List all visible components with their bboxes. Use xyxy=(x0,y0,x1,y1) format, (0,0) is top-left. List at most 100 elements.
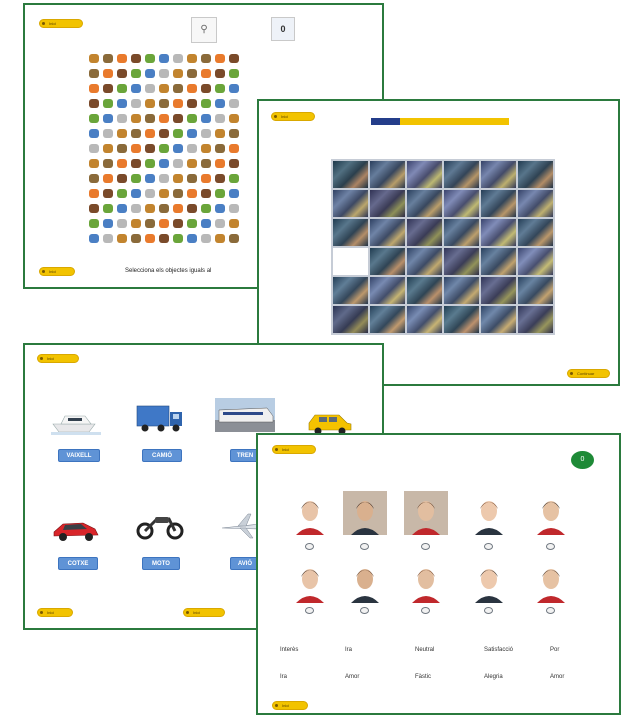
object-icon[interactable] xyxy=(201,144,211,153)
puzzle-tile[interactable] xyxy=(444,161,479,188)
object-icon[interactable] xyxy=(187,54,197,63)
puzzle-tile[interactable] xyxy=(370,161,405,188)
object-icon[interactable] xyxy=(159,84,169,93)
puzzle-tile[interactable] xyxy=(370,219,405,246)
object-icon[interactable] xyxy=(89,84,99,93)
object-icon[interactable] xyxy=(229,129,239,138)
emotion-radio[interactable] xyxy=(305,543,314,550)
object-icon[interactable] xyxy=(145,174,155,183)
puzzle-tile[interactable] xyxy=(370,306,405,333)
object-icon[interactable] xyxy=(145,144,155,153)
object-icon[interactable] xyxy=(117,159,127,168)
puzzle-tile[interactable] xyxy=(407,277,442,304)
object-icon[interactable] xyxy=(201,99,211,108)
object-icon[interactable] xyxy=(131,159,141,168)
object-icon[interactable] xyxy=(201,189,211,198)
object-icon[interactable] xyxy=(187,144,197,153)
emotion-radio[interactable] xyxy=(484,607,493,614)
object-icon[interactable] xyxy=(145,114,155,123)
emotion-radio[interactable] xyxy=(546,543,555,550)
object-icon[interactable] xyxy=(117,129,127,138)
object-icon[interactable] xyxy=(103,159,113,168)
object-icon[interactable] xyxy=(229,84,239,93)
object-icon[interactable] xyxy=(187,84,197,93)
object-icon[interactable] xyxy=(117,69,127,78)
object-icon[interactable] xyxy=(159,69,169,78)
object-icon[interactable] xyxy=(201,174,211,183)
vehicle-label-motorcycle[interactable]: MOTO xyxy=(142,557,180,570)
puzzle-tile[interactable] xyxy=(481,248,516,275)
puzzle-tile[interactable] xyxy=(444,190,479,217)
object-icon[interactable] xyxy=(159,144,169,153)
emotion-label[interactable]: Por xyxy=(550,647,559,653)
puzzle-tile[interactable] xyxy=(444,277,479,304)
emotion-radio[interactable] xyxy=(305,607,314,614)
object-icon[interactable] xyxy=(103,54,113,63)
home-button[interactable]: Inici xyxy=(39,19,83,28)
truck-icon[interactable] xyxy=(135,400,185,434)
object-icon[interactable] xyxy=(159,174,169,183)
object-icon[interactable] xyxy=(89,99,99,108)
object-icon[interactable] xyxy=(159,189,169,198)
object-icon[interactable] xyxy=(215,174,225,183)
object-icon[interactable] xyxy=(103,204,113,213)
object-icon[interactable] xyxy=(89,54,99,63)
object-icon[interactable] xyxy=(215,189,225,198)
object-icon[interactable] xyxy=(215,144,225,153)
puzzle-tile[interactable] xyxy=(444,219,479,246)
object-icon[interactable] xyxy=(187,69,197,78)
object-icon[interactable] xyxy=(215,69,225,78)
continue-button[interactable]: Continuar xyxy=(567,369,610,378)
emotion-radio[interactable] xyxy=(360,607,369,614)
object-icon[interactable] xyxy=(201,84,211,93)
object-icon[interactable] xyxy=(89,129,99,138)
object-icon[interactable] xyxy=(103,114,113,123)
vehicle-label-car[interactable]: COTXE xyxy=(58,557,98,570)
object-icon[interactable] xyxy=(145,204,155,213)
object-icon[interactable] xyxy=(117,144,127,153)
object-icon[interactable] xyxy=(103,234,113,243)
puzzle-tile[interactable] xyxy=(481,161,516,188)
object-icon[interactable] xyxy=(215,129,225,138)
puzzle-tile[interactable] xyxy=(481,277,516,304)
object-icon[interactable] xyxy=(187,99,197,108)
object-icon[interactable] xyxy=(159,129,169,138)
puzzle-tile[interactable] xyxy=(333,219,368,246)
object-icon[interactable] xyxy=(173,189,183,198)
object-icon[interactable] xyxy=(187,219,197,228)
object-icon[interactable] xyxy=(229,189,239,198)
home-button-bottom[interactable]: Inici xyxy=(39,267,75,276)
object-icon[interactable] xyxy=(173,84,183,93)
object-icon[interactable] xyxy=(117,204,127,213)
object-icon[interactable] xyxy=(173,174,183,183)
object-icon[interactable] xyxy=(131,174,141,183)
object-icon[interactable] xyxy=(117,219,127,228)
object-icon[interactable] xyxy=(159,114,169,123)
object-icon[interactable] xyxy=(173,219,183,228)
object-icon[interactable] xyxy=(201,159,211,168)
object-icon[interactable] xyxy=(173,114,183,123)
puzzle-tile[interactable] xyxy=(407,190,442,217)
object-icon[interactable] xyxy=(117,234,127,243)
object-icon[interactable] xyxy=(159,99,169,108)
puzzle-tile[interactable] xyxy=(333,306,368,333)
home-button-bottom[interactable]: Inici xyxy=(37,608,73,617)
home-button[interactable]: Inici xyxy=(271,112,315,121)
object-icon[interactable] xyxy=(229,144,239,153)
object-icon[interactable] xyxy=(117,174,127,183)
puzzle-tile[interactable] xyxy=(518,277,553,304)
object-icon[interactable] xyxy=(131,234,141,243)
puzzle-tile[interactable] xyxy=(481,190,516,217)
object-icon[interactable] xyxy=(201,114,211,123)
object-icon[interactable] xyxy=(145,54,155,63)
object-icon[interactable] xyxy=(201,204,211,213)
puzzle-tile[interactable] xyxy=(444,306,479,333)
object-icon[interactable] xyxy=(229,99,239,108)
object-icon[interactable] xyxy=(103,84,113,93)
object-icon[interactable] xyxy=(229,159,239,168)
object-icon[interactable] xyxy=(215,54,225,63)
object-icon[interactable] xyxy=(229,54,239,63)
object-icon[interactable] xyxy=(117,99,127,108)
object-icon[interactable] xyxy=(159,204,169,213)
object-icon[interactable] xyxy=(89,234,99,243)
